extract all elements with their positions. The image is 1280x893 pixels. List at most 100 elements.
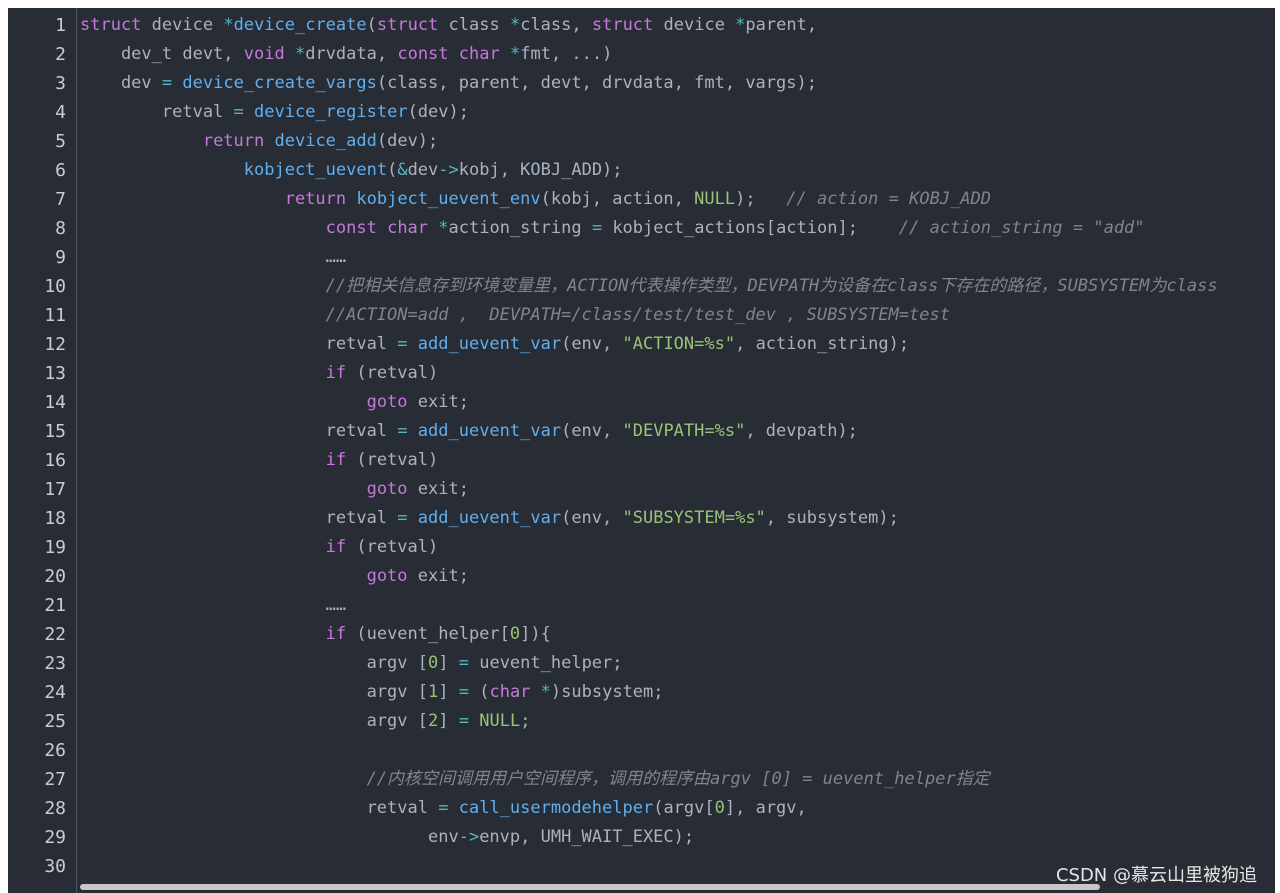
line-number: 10 bbox=[44, 276, 66, 297]
code-token: * bbox=[735, 15, 746, 35]
code-token: = bbox=[397, 421, 408, 441]
code-editor: 1 2 3 4 5 6 7 8 9 10 11 12 13 14 15 16 17 18 19 20 21 22 23 24 2… bbox=[8, 8, 1275, 893]
line-number: 30 bbox=[44, 856, 66, 877]
code-token: = bbox=[458, 711, 469, 731]
code-token: //内核空间调用用户空间程序，调用的程序由argv [0] = uevent_h… bbox=[366, 769, 990, 789]
code-token: add_uevent_var bbox=[417, 421, 562, 441]
code-token: 2 bbox=[428, 711, 439, 731]
code-token: , subsystem); bbox=[765, 508, 899, 528]
code-token: …… bbox=[80, 247, 347, 267]
code-token: = bbox=[233, 102, 244, 122]
code-token: void bbox=[243, 44, 285, 64]
code-token: struct bbox=[591, 15, 654, 35]
line-number: 3 bbox=[55, 73, 66, 94]
code-token: dev_t devt, bbox=[80, 44, 244, 64]
line-number: 23 bbox=[44, 653, 66, 674]
line-number: 21 bbox=[44, 595, 66, 616]
code-token: NULL bbox=[479, 711, 521, 731]
code-token: "ACTION=%s" bbox=[622, 334, 736, 354]
code-line: if (uevent_helper[0]){ bbox=[80, 620, 551, 649]
code-line: if (retval) bbox=[80, 533, 439, 562]
code-token: goto bbox=[366, 392, 408, 412]
line-number: 7 bbox=[55, 189, 66, 210]
code-token: = bbox=[458, 682, 469, 702]
code-token: const bbox=[325, 218, 377, 238]
line-number: 9 bbox=[55, 247, 66, 268]
code-token: return bbox=[284, 189, 347, 209]
code-token: if bbox=[325, 537, 347, 557]
code-line: goto exit; bbox=[80, 388, 469, 417]
code-line: dev = device_create_vargs(class, parent,… bbox=[80, 69, 817, 98]
code-token: (uevent_helper[ bbox=[346, 624, 510, 644]
line-number: 25 bbox=[44, 711, 66, 732]
code-token: if bbox=[325, 363, 347, 383]
code-token: const bbox=[397, 44, 449, 64]
code-token: (env, bbox=[561, 508, 623, 528]
code-token: drvdata, bbox=[305, 44, 398, 64]
code-token: (env, bbox=[561, 334, 623, 354]
code-line: goto exit; bbox=[80, 475, 469, 504]
code-token: (class, parent, devt, drvdata, fmt, varg… bbox=[376, 73, 817, 93]
watermark: CSDN @慕云山里被狗追 bbox=[1055, 865, 1257, 886]
code-token: retval bbox=[80, 421, 398, 441]
code-token: * bbox=[223, 15, 234, 35]
horizontal-scrollbar[interactable] bbox=[80, 884, 1100, 890]
code-token: goto bbox=[366, 566, 408, 586]
code-token: = bbox=[397, 334, 408, 354]
code-token: struct bbox=[80, 15, 142, 35]
code-token: )subsystem; bbox=[550, 682, 664, 702]
line-number: 12 bbox=[44, 334, 66, 355]
code-token: * bbox=[509, 44, 521, 64]
code-token: ( bbox=[468, 682, 490, 702]
code-token: 0 bbox=[509, 624, 521, 644]
line-number: 26 bbox=[44, 740, 66, 761]
code-line: retval = call_usermodehelper(argv[0], ar… bbox=[80, 794, 807, 823]
code-token: * bbox=[509, 15, 521, 35]
code-token: add_uevent_var bbox=[417, 334, 562, 354]
code-token: 1 bbox=[428, 682, 439, 702]
code-token: //ACTION=add , DEVPATH=/class/test/test_… bbox=[325, 305, 950, 325]
code-token: exit; bbox=[407, 392, 469, 412]
code-token: goto bbox=[366, 479, 408, 499]
code-line: retval = add_uevent_var(env, "ACTION=%s"… bbox=[80, 330, 909, 359]
code-token: ); bbox=[735, 189, 787, 209]
code-token: if bbox=[325, 624, 347, 644]
code-area[interactable]: struct device *device_create(struct clas… bbox=[80, 8, 1275, 893]
code-token: ( bbox=[366, 15, 377, 35]
line-number-gutter: 1 2 3 4 5 6 7 8 9 10 11 12 13 14 15 16 17 18 19 20 21 22 23 24 2… bbox=[8, 8, 77, 893]
code-line: const char *action_string = kobject_acti… bbox=[80, 214, 1145, 243]
code-token: if bbox=[325, 450, 347, 470]
line-number: 18 bbox=[44, 508, 66, 529]
code-token: // action_string = "add" bbox=[898, 218, 1145, 238]
line-number: 11 bbox=[44, 305, 66, 326]
code-token: envp, UMH_WAIT_EXEC); bbox=[479, 827, 695, 847]
line-number: 19 bbox=[44, 537, 66, 558]
code-token: //把相关信息存到环境变量里，ACTION代表操作类型，DEVPATH为设备在c… bbox=[325, 276, 1218, 296]
code-token: retval bbox=[80, 508, 398, 528]
code-token: argv [ bbox=[80, 653, 428, 673]
code-token: parent, bbox=[745, 15, 818, 35]
code-token: device_create bbox=[233, 15, 367, 35]
code-token: dev bbox=[407, 160, 439, 180]
line-number: 8 bbox=[55, 218, 66, 239]
code-token: kobj, KOBJ_ADD); bbox=[458, 160, 623, 180]
code-line: …… bbox=[80, 591, 346, 620]
line-number: 22 bbox=[44, 624, 66, 645]
code-token: (retval) bbox=[346, 450, 439, 470]
code-token: argv [ bbox=[80, 682, 428, 702]
code-line: retval = add_uevent_var(env, "DEVPATH=%s… bbox=[80, 417, 858, 446]
line-number: 27 bbox=[44, 769, 66, 790]
code-token: device_register bbox=[254, 102, 408, 122]
